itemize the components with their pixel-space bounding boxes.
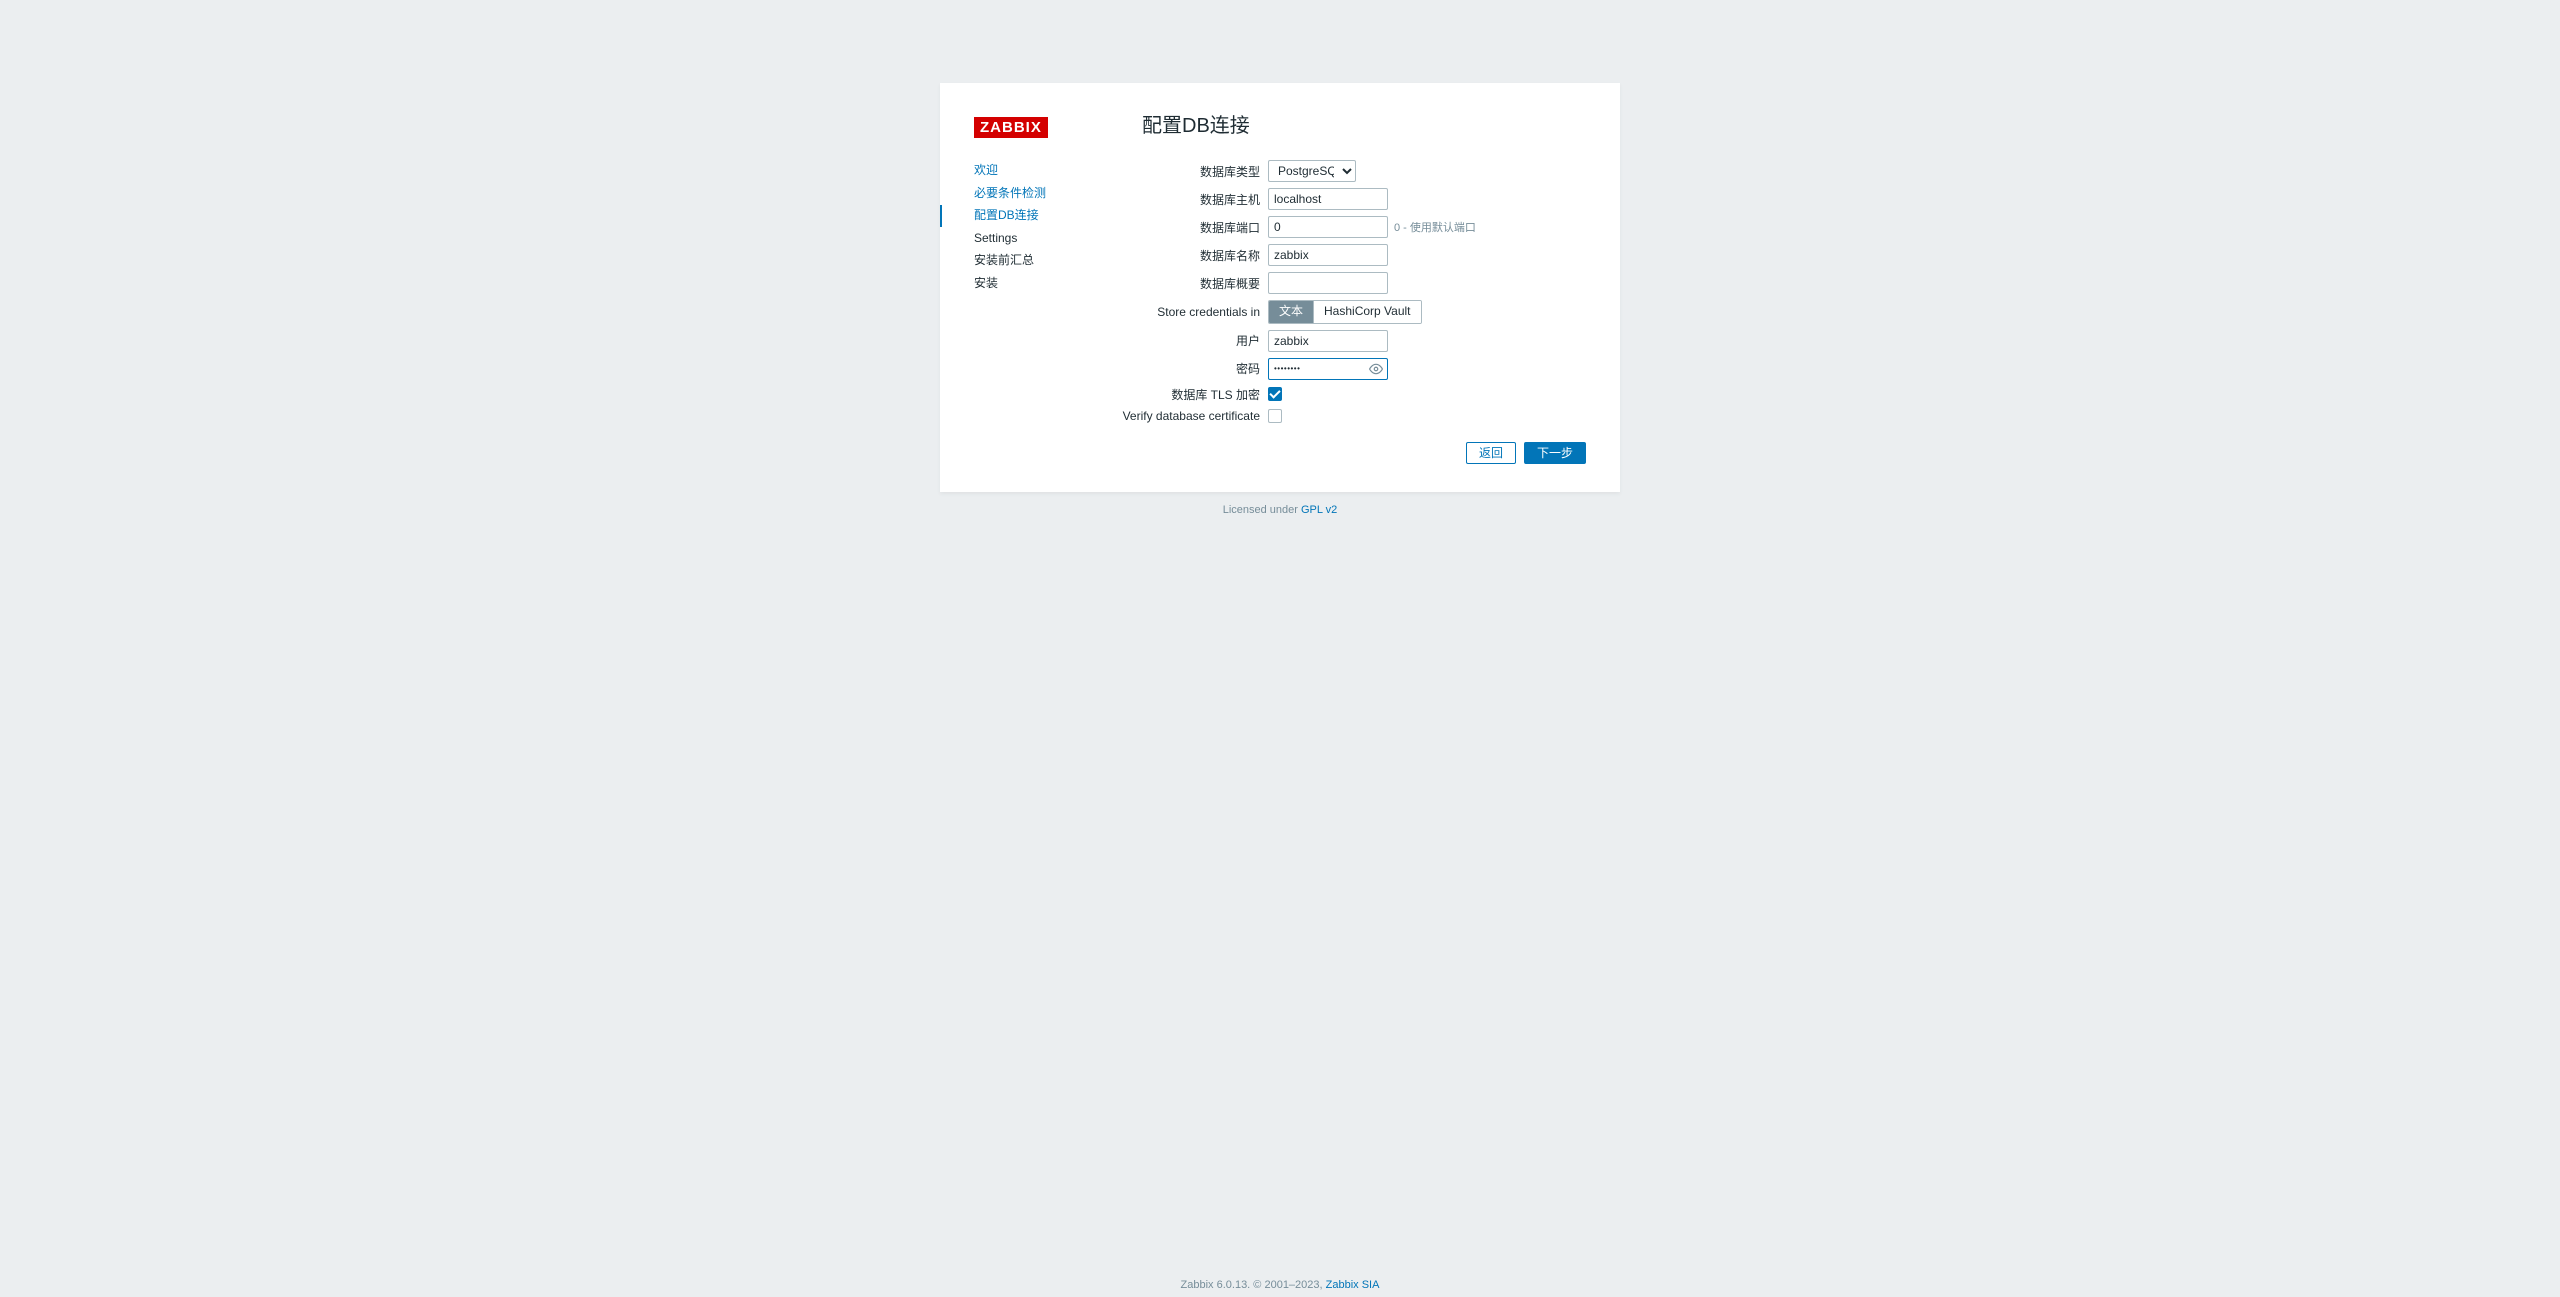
sidebar-item-prereq: 必要条件检测 — [940, 183, 1108, 205]
license-text: Licensed under GPL v2 — [1223, 504, 1338, 516]
store-cred-toggle: 文本 HashiCorp Vault — [1268, 300, 1422, 324]
page-title: 配置DB连接 — [1142, 109, 1250, 138]
license-link[interactable]: GPL v2 — [1301, 504, 1337, 516]
db-name-label: 数据库名称 — [1108, 247, 1268, 264]
verify-cert-label: Verify database certificate — [1108, 409, 1268, 423]
page-footer: Zabbix 6.0.13. © 2001–2023, Zabbix SIA — [0, 1279, 2560, 1291]
db-port-hint: 0 - 使用默认端口 — [1394, 219, 1476, 235]
verify-cert-checkbox[interactable] — [1268, 409, 1282, 423]
tls-checkbox[interactable] — [1268, 387, 1282, 401]
sidebar-item-welcome: 欢迎 — [940, 160, 1108, 182]
sidebar-item-settings: Settings — [940, 228, 1108, 250]
db-host-label: 数据库主机 — [1108, 191, 1268, 208]
eye-icon[interactable] — [1369, 362, 1383, 376]
password-label: 密码 — [1108, 360, 1268, 377]
form-area[interactable]: 数据库类型 PostgreSQL 数据库主机 数据库端口 — [1108, 160, 1586, 424]
back-button[interactable]: 返回 — [1466, 442, 1516, 464]
db-port-input[interactable] — [1268, 216, 1388, 238]
store-cred-label: Store credentials in — [1108, 305, 1268, 319]
db-port-label: 数据库端口 — [1108, 219, 1268, 236]
store-cred-vault-btn[interactable]: HashiCorp Vault — [1313, 301, 1420, 323]
setup-container: ZABBIX 配置DB连接 欢迎 必要条件检测 配置DB连接 Settings … — [940, 83, 1620, 492]
user-label: 用户 — [1108, 332, 1268, 349]
db-schema-input[interactable] — [1268, 272, 1388, 294]
user-input[interactable] — [1268, 330, 1388, 352]
sidebar-item-summary: 安装前汇总 — [940, 250, 1108, 272]
footer-link[interactable]: Zabbix SIA — [1326, 1279, 1380, 1291]
db-host-input[interactable] — [1268, 188, 1388, 210]
db-type-select[interactable]: PostgreSQL — [1268, 160, 1356, 182]
tls-label: 数据库 TLS 加密 — [1108, 386, 1268, 403]
store-cred-text-btn[interactable]: 文本 — [1269, 301, 1313, 323]
zabbix-logo: ZABBIX — [974, 117, 1048, 138]
next-button[interactable]: 下一步 — [1524, 442, 1586, 464]
setup-sidebar: 欢迎 必要条件检测 配置DB连接 Settings 安装前汇总 安装 — [940, 160, 1108, 424]
sidebar-item-install: 安装 — [940, 273, 1108, 295]
sidebar-item-db: 配置DB连接 — [940, 205, 1108, 227]
db-name-input[interactable] — [1268, 244, 1388, 266]
db-type-label: 数据库类型 — [1108, 163, 1268, 180]
db-schema-label: 数据库概要 — [1108, 275, 1268, 292]
